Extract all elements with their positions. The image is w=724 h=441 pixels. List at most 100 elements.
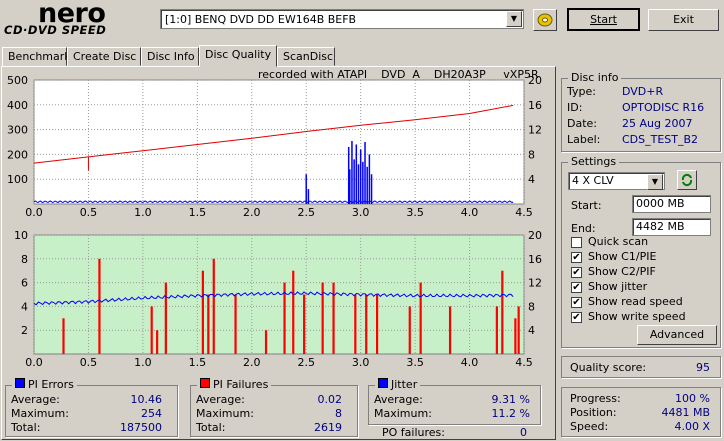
checkbox-show-read-speed[interactable]: ✔	[571, 297, 582, 308]
jitter-color-swatch	[378, 378, 388, 388]
pif-maximum-value: 8	[335, 407, 342, 420]
x-tick-label: 3.0	[352, 206, 370, 219]
checkbox-show-jitter[interactable]: ✔	[571, 282, 582, 293]
pif-average-value: 0.02	[317, 393, 343, 406]
pif-bar	[419, 282, 422, 354]
x-tick-label: 0.5	[80, 356, 98, 369]
checkbox-label[interactable]: Show C1/PIE	[588, 250, 656, 263]
jitter-average-label: Average:	[374, 393, 423, 406]
start-mb-input[interactable]: 0000 MB	[632, 195, 711, 213]
drive-select[interactable]: [1:0] BENQ DVD DD EW164B BEFB ▼	[160, 9, 524, 29]
chevron-down-icon[interactable]: ▼	[506, 11, 522, 27]
pif-bar	[207, 294, 210, 354]
exit-button[interactable]: Exit	[648, 9, 719, 31]
disc-info-title: Disc info	[568, 71, 622, 84]
pie-average-value: 10.46	[130, 393, 163, 406]
y-right-tick-label: 12	[528, 277, 542, 290]
x-tick-label: 0.0	[25, 206, 43, 219]
pif-bar	[62, 318, 65, 354]
end-mb-value: 4482 MB	[636, 220, 685, 233]
x-tick-label: 3.5	[406, 356, 424, 369]
quality-score-label: Quality score:	[570, 361, 647, 374]
speed-label: Speed:	[570, 420, 609, 433]
pi-failures-group: PI Failures Average: 0.02 Maximum: 8 Tot…	[190, 378, 358, 437]
speed-select[interactable]: 4 X CLV ▼	[568, 172, 665, 190]
checkbox-label[interactable]: Quick scan	[588, 235, 648, 248]
refresh-speeds-button[interactable]	[677, 170, 697, 190]
disc-date-label: Date:	[567, 117, 597, 130]
pif-bar	[365, 294, 368, 354]
pif-bar	[514, 318, 517, 354]
jitter-average-value: 9.31 %	[491, 393, 530, 406]
pif-bar	[164, 282, 167, 354]
pi-errors-color-swatch	[15, 378, 25, 388]
y-right-tick-label: 16	[528, 253, 542, 266]
disc-type-label: Type:	[567, 85, 596, 98]
plot-background	[33, 79, 525, 205]
pif-bar	[98, 258, 101, 354]
refresh-icon	[681, 173, 693, 187]
pif-maximum-label: Maximum:	[196, 407, 254, 420]
checkbox-show-write-speed[interactable]: ✔	[571, 312, 582, 323]
jitter-title-wrap: Jitter	[375, 378, 421, 391]
disc-type-value: DVD+R	[622, 85, 664, 98]
x-tick-label: 2.0	[243, 356, 261, 369]
start-button[interactable]: Start	[567, 8, 640, 31]
x-tick-label: 1.5	[189, 356, 207, 369]
pi-errors-group: PI Errors Average: 10.46 Maximum: 254 To…	[5, 378, 178, 437]
pif-bar	[150, 306, 153, 354]
position-value: 4481 MB	[661, 406, 710, 419]
pi-failures-title: PI Failures	[213, 378, 269, 391]
end-mb-label: End:	[571, 222, 596, 235]
pif-bar	[201, 270, 204, 354]
x-tick-label: 2.5	[297, 206, 315, 219]
y-right-tick-label: 20	[528, 74, 542, 87]
x-tick-label: 4.0	[461, 206, 479, 219]
pif-bar	[332, 282, 335, 354]
tab-scandisc[interactable]: ScanDisc	[277, 47, 335, 66]
y-right-tick-label: 20	[528, 229, 542, 242]
y-left-tick-label: 8	[21, 253, 28, 266]
chevron-down-icon[interactable]: ▼	[647, 174, 663, 190]
drive-refresh-icon	[537, 13, 553, 27]
pif-total-label: Total:	[196, 421, 226, 434]
checkbox-label[interactable]: Show C2/PIF	[588, 265, 656, 278]
x-tick-label: 4.5	[515, 356, 533, 369]
checkbox-show-c1-pie[interactable]: ✔	[571, 252, 582, 263]
tab-disc-info[interactable]: Disc Info	[141, 47, 199, 66]
pif-bar	[212, 258, 215, 354]
end-mb-input[interactable]: 4482 MB	[632, 218, 711, 236]
checkbox-label[interactable]: Show write speed	[588, 310, 686, 323]
y-left-tick-label: 200	[7, 148, 28, 161]
tab-disc-quality[interactable]: Disc Quality	[199, 45, 277, 67]
start-mb-label: Start:	[571, 199, 602, 212]
pif-bar	[495, 306, 498, 354]
refresh-drive-button[interactable]	[533, 9, 557, 31]
position-label: Position:	[570, 406, 617, 419]
progress-group: Progress: 100 % Position: 4481 MB Speed:…	[561, 387, 721, 437]
y-right-tick-label: 12	[528, 124, 542, 137]
disc-date-value: 25 Aug 2007	[622, 117, 693, 130]
pi-errors-title-wrap: PI Errors	[12, 378, 77, 391]
tab-create-disc[interactable]: Create Disc	[67, 47, 141, 66]
y-left-tick-label: 100	[7, 173, 28, 186]
x-tick-label: 1.5	[189, 206, 207, 219]
disc-label-value: CDS_TEST_B2	[622, 133, 699, 146]
jitter-group: Jitter Average: 9.31 % Maximum: 11.2 %	[368, 378, 541, 425]
x-tick-label: 4.0	[461, 356, 479, 369]
cd-dvd-speed-logo: CD·DVD SPEED	[4, 23, 107, 37]
pie-maximum-label: Maximum:	[11, 407, 69, 420]
checkbox-label[interactable]: Show read speed	[588, 295, 683, 308]
checkbox-label[interactable]: Show jitter	[588, 280, 647, 293]
quality-score-value: 95	[696, 361, 710, 374]
checkbox-show-c2-pif[interactable]: ✔	[571, 267, 582, 278]
checkbox-quick-scan[interactable]	[571, 237, 582, 248]
pif-bar	[234, 294, 237, 354]
advanced-button[interactable]: Advanced	[637, 325, 717, 345]
pif-bar	[303, 294, 306, 354]
jitter-maximum-label: Maximum:	[374, 407, 432, 420]
pie-average-label: Average:	[11, 393, 60, 406]
x-tick-label: 4.5	[515, 206, 533, 219]
exit-button-label: Exit	[673, 13, 694, 26]
tab-benchmark[interactable]: Benchmark	[2, 47, 71, 66]
